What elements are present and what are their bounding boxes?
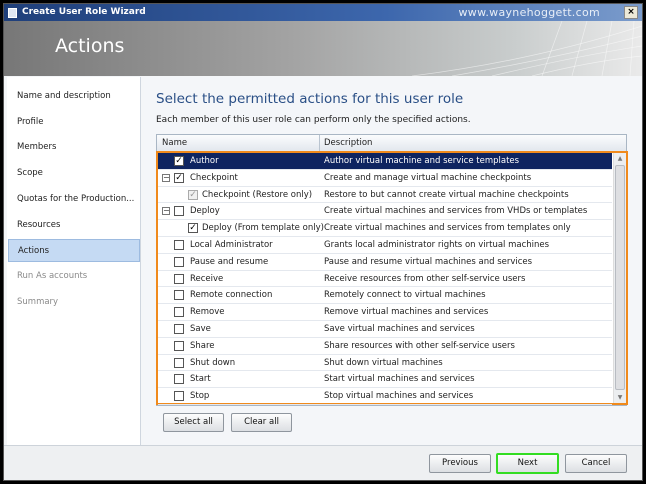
action-name: Pause and resume	[190, 256, 269, 267]
action-description: Remotely connect to virtual machines	[324, 290, 486, 301]
action-name: Checkpoint (Restore only)	[202, 189, 313, 200]
action-description: Pause and resume virtual machines and se…	[324, 256, 533, 267]
checkbox[interactable]	[174, 340, 184, 351]
action-description: Create virtual machines and services fro…	[324, 223, 571, 234]
table-row[interactable]: Local Administrator Grants local administ…	[158, 237, 612, 254]
cancel-button[interactable]: Cancel	[565, 454, 627, 473]
action-description: Start virtual machines and services	[324, 374, 475, 385]
watermark: www.waynehoggett.com	[458, 6, 600, 19]
column-header-name[interactable]: Name	[162, 138, 187, 148]
table-row[interactable]: Remove Remove virtual machines and servic…	[158, 304, 612, 321]
wizard-window: Create User Role Wizard www.waynehoggett…	[3, 3, 643, 481]
action-description: Remove virtual machines and services	[324, 307, 489, 318]
app-icon	[8, 8, 17, 18]
checkbox[interactable]	[174, 357, 184, 368]
window-title: Create User Role Wizard	[22, 7, 146, 17]
collapse-icon[interactable]: −	[162, 207, 170, 216]
checkbox[interactable]	[174, 240, 184, 250]
action-name: Save	[190, 324, 211, 334]
sidebar-item-summary: Summary	[17, 296, 59, 307]
table-row[interactable]: ✓ Checkpoint (Restore only) Restore to but…	[158, 187, 612, 204]
action-description: Save virtual machines and services	[324, 324, 475, 334]
previous-button[interactable]: Previous	[429, 454, 491, 473]
content-pane: Select the permitted actions for this us…	[144, 77, 642, 445]
action-description: Create virtual machines and services fro…	[324, 206, 588, 217]
action-description: Grants local administrator rights on vir…	[324, 240, 550, 250]
table-row[interactable]: Remote connection Remotely connect to vir…	[158, 287, 612, 305]
sidebar-item-profile[interactable]: Profile	[8, 111, 140, 134]
checkbox[interactable]	[174, 307, 184, 318]
sidebar-item-resources[interactable]: Resources	[8, 214, 140, 237]
wizard-footer: Previous Next Cancel	[4, 445, 642, 480]
collapse-icon[interactable]: −	[162, 173, 170, 182]
action-description: Create and manage virtual machine checkp…	[324, 172, 532, 183]
action-name: Remove	[190, 307, 225, 318]
action-name: Remote connection	[190, 290, 273, 301]
column-header-description[interactable]: Description	[324, 138, 372, 148]
table-row[interactable]: − Deploy Create virtual machines and servi…	[158, 203, 612, 221]
action-description: Shut down virtual machines	[324, 357, 443, 368]
action-description: Restore to but cannot create virtual mac…	[324, 189, 569, 200]
action-name: Share	[190, 340, 215, 351]
checkbox[interactable]: ✓	[174, 172, 184, 183]
sidebar-item-name-and-description[interactable]: Name and description	[8, 85, 140, 108]
action-name: Deploy	[190, 206, 220, 217]
action-name: Deploy (From template only)	[202, 223, 324, 234]
action-description: Author virtual machine and service templ…	[324, 156, 520, 166]
clear-all-button[interactable]: Clear all	[231, 413, 292, 432]
select-all-button[interactable]: Select all	[163, 413, 224, 432]
action-name: Checkpoint	[190, 172, 238, 183]
header-banner: Actions	[4, 21, 642, 76]
scroll-down-icon[interactable]: ▼	[614, 392, 626, 403]
actions-list: ▲ ▼ ✓ Author Author virtual machine and se…	[156, 151, 628, 405]
table-row[interactable]: − ✓ Checkpoint Create and manage virtual ma…	[158, 170, 612, 187]
checkbox[interactable]	[174, 256, 184, 267]
checkbox[interactable]	[174, 374, 184, 385]
vertical-scrollbar[interactable]: ▲ ▼	[613, 153, 626, 403]
action-name: Local Administrator	[190, 240, 273, 250]
checkbox[interactable]: ✓	[174, 156, 184, 166]
sidebar-item-quotas-for-the-production[interactable]: Quotas for the Production...	[8, 188, 140, 211]
next-button[interactable]: Next	[496, 453, 559, 474]
action-name: Receive	[190, 273, 224, 284]
decorative-mesh-icon	[412, 21, 642, 76]
action-description: Share resources with other self-service …	[324, 340, 515, 351]
wizard-steps-nav: Name and description Profile Members Scope Q…	[7, 77, 141, 445]
sidebar-item-actions[interactable]: Actions	[8, 239, 140, 263]
table-row[interactable]: Pause and resume Pause and resume virtual…	[158, 254, 612, 271]
table-row[interactable]: Receive Receive resources from other self…	[158, 271, 612, 288]
sidebar-item-scope[interactable]: Scope	[8, 162, 140, 185]
section-heading: Select the permitted actions for this us…	[156, 91, 464, 107]
scrollbar-thumb[interactable]	[615, 165, 625, 390]
table-row[interactable]: Stop Stop virtual machines and services	[158, 388, 612, 405]
checkbox: ✓	[188, 189, 198, 200]
scroll-up-icon[interactable]: ▲	[614, 153, 626, 164]
table-row[interactable]: ✓ Author Author virtual machine and servic…	[158, 153, 612, 170]
action-name: Author	[190, 156, 219, 166]
checkbox[interactable]	[174, 391, 184, 402]
section-description: Each member of this user role can perfor…	[156, 115, 471, 125]
table-row[interactable]: Shut down Shut down virtual machines	[158, 355, 612, 372]
checkbox[interactable]	[174, 206, 184, 217]
action-name: Stop	[190, 391, 210, 402]
checkbox[interactable]	[174, 290, 184, 301]
title-bar: Create User Role Wizard www.waynehoggett…	[4, 4, 642, 21]
actions-table: Name Description ▲ ▼ ✓ Author Author virtu…	[156, 134, 628, 406]
action-name: Start	[190, 374, 211, 385]
checkbox[interactable]	[174, 324, 184, 334]
action-description: Receive resources from other self-servic…	[324, 273, 526, 284]
action-name: Shut down	[190, 357, 236, 368]
table-row[interactable]: Start Start virtual machines and services	[158, 371, 612, 389]
close-button[interactable]: ×	[624, 6, 638, 19]
page-title: Actions	[55, 35, 125, 57]
checkbox[interactable]: ✓	[188, 223, 198, 234]
table-row[interactable]: Share Share resources with other self-ser…	[158, 338, 612, 355]
table-row[interactable]: ✓ Deploy (From template only) Create virtu…	[158, 220, 612, 237]
action-description: Stop virtual machines and services	[324, 391, 474, 402]
sidebar-item-members[interactable]: Members	[8, 136, 140, 159]
table-header: Name Description	[157, 135, 626, 152]
table-row[interactable]: Save Save virtual machines and services	[158, 321, 612, 338]
checkbox[interactable]	[174, 273, 184, 284]
sidebar-item-run-as-accounts: Run As accounts	[17, 270, 88, 281]
